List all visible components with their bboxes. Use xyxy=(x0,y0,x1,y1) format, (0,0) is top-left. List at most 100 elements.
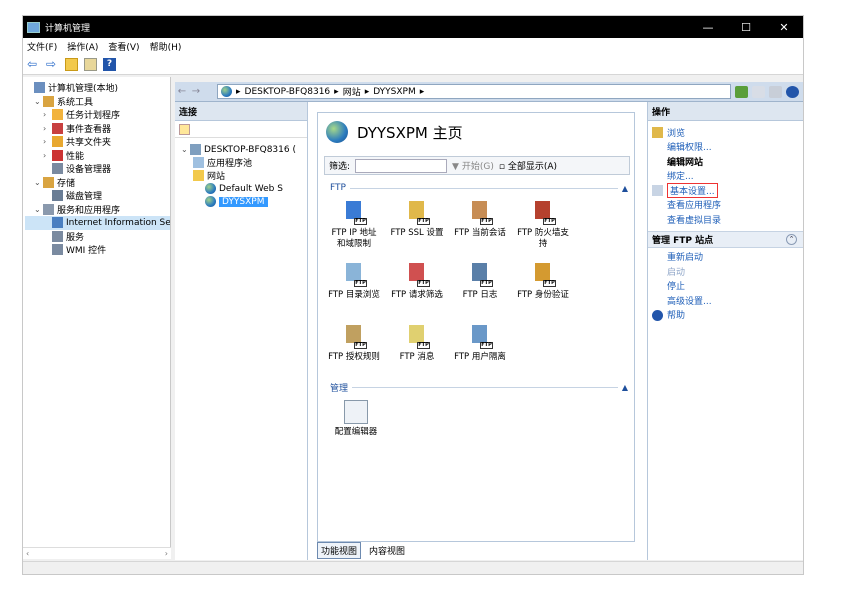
close-button[interactable]: ✕ xyxy=(765,21,803,34)
tab-content-view[interactable]: 内容视图 xyxy=(365,542,409,559)
help-icon[interactable] xyxy=(786,85,799,98)
tree-item-label: 事件查看器 xyxy=(66,124,112,135)
feature-item[interactable]: FTP FTP 授权规则 xyxy=(324,325,384,363)
firewall-icon: FTP xyxy=(531,201,556,225)
action-item[interactable]: 绑定... xyxy=(648,169,803,184)
forward-icon[interactable]: → xyxy=(189,86,203,97)
tree-item[interactable]: ⌄ 服务和应用程序 xyxy=(25,203,170,217)
group-manage[interactable]: 管理 ▲ xyxy=(330,381,628,394)
expand-icon[interactable]: ⌄ xyxy=(34,178,43,187)
conn-node-apppools[interactable]: 应用程序池 xyxy=(181,156,307,169)
back-arrow-icon[interactable]: ⇦ xyxy=(27,58,40,71)
back-icon[interactable]: ← xyxy=(175,86,189,97)
filter-label: 筛选: xyxy=(329,162,351,172)
feature-item[interactable]: FTP FTP 消息 xyxy=(387,325,447,363)
feature-item[interactable]: FTP FTP IP 地址 和域限制 xyxy=(324,201,384,250)
feature-item[interactable]: FTP FTP 目录浏览 xyxy=(324,263,384,301)
authentication-icon: FTP xyxy=(531,263,556,287)
breadcrumb-site[interactable]: DYYSXPM xyxy=(373,87,416,97)
minimize-button[interactable]: — xyxy=(689,21,727,34)
feature-item[interactable]: FTP FTP 当前会话 xyxy=(450,201,510,239)
new-connection-icon[interactable] xyxy=(179,123,190,135)
breadcrumb-server[interactable]: DESKTOP-BFQ8316 xyxy=(245,87,331,97)
maximize-button[interactable]: ☐ xyxy=(727,21,765,34)
print-icon[interactable] xyxy=(769,85,782,98)
tree-item[interactable]: 磁盘管理 xyxy=(25,189,170,203)
tree-node-icon xyxy=(52,136,63,148)
tree-item[interactable]: WMI 控件 xyxy=(25,243,170,257)
tree-item[interactable]: 服务 xyxy=(25,230,170,244)
feature-item[interactable]: FTP FTP 防火墙支 持 xyxy=(513,201,573,250)
action-label: 启动 xyxy=(667,267,686,278)
action-item[interactable]: 编辑权限... xyxy=(648,140,803,155)
feature-item[interactable]: FTP FTP SSL 设置 xyxy=(387,201,447,239)
expand-icon[interactable]: › xyxy=(43,110,52,119)
conn-node-server[interactable]: ⌄ DESKTOP-BFQ8316 ( xyxy=(181,143,307,156)
tree-item[interactable]: › 事件查看器 xyxy=(25,122,170,136)
conn-node-default-site[interactable]: Default Web S xyxy=(181,182,307,195)
view-tabs: 功能视图 内容视图 xyxy=(317,542,409,559)
expand-icon[interactable]: ⌄ xyxy=(34,205,43,214)
title-bar: 计算机管理 — ☐ ✕ xyxy=(23,16,803,38)
show-hide-tree-icon[interactable] xyxy=(84,58,97,71)
conn-node-sites[interactable]: 网站 xyxy=(181,169,307,182)
feature-config-editor[interactable]: 配置编辑器 xyxy=(326,400,386,438)
tree-item[interactable]: ⌄ 存储 xyxy=(25,176,170,190)
action-item[interactable]: 高级设置... xyxy=(648,293,803,308)
help-icon[interactable]: ? xyxy=(103,58,116,71)
action-item[interactable]: 基本设置... xyxy=(648,182,803,198)
breadcrumb-sites[interactable]: 网站 xyxy=(343,85,361,98)
tree-node-icon xyxy=(34,82,45,94)
expand-icon[interactable]: ⌄ xyxy=(34,97,43,106)
action-item[interactable]: 启动 xyxy=(648,264,803,279)
tab-features-view[interactable]: 功能视图 xyxy=(317,542,362,559)
action-item[interactable]: 浏览 xyxy=(648,125,803,140)
expand-icon[interactable]: › xyxy=(43,151,52,160)
filter-input[interactable] xyxy=(355,158,448,173)
help-icon xyxy=(652,309,663,321)
action-item[interactable]: 帮助 xyxy=(648,308,803,323)
connect-icon[interactable] xyxy=(735,85,748,98)
menu-file[interactable]: 文件(F) xyxy=(27,40,57,53)
menu-help[interactable]: 帮助(H) xyxy=(150,40,182,53)
tree-item[interactable]: Internet Information Se xyxy=(25,216,170,230)
filter-go-button[interactable]: ▼ 开始(G) xyxy=(452,159,494,172)
show-all-button[interactable]: ▫ 全部显示(A) xyxy=(499,159,557,172)
feature-item[interactable]: FTP FTP 用户隔离 xyxy=(450,325,510,363)
action-item[interactable]: 查看虚拟目录 xyxy=(648,212,803,227)
expand-icon[interactable]: › xyxy=(43,124,52,133)
manage-ftp-site-header[interactable]: 管理 FTP 站点 ⌃ xyxy=(648,230,803,248)
breadcrumb[interactable]: ▸ DESKTOP-BFQ8316 ▸ 网站 ▸ DYYSXPM ▸ xyxy=(217,84,731,99)
feature-item[interactable]: FTP FTP 日志 xyxy=(450,263,510,301)
menu-action[interactable]: 操作(A) xyxy=(67,40,98,53)
action-item[interactable]: 停止 xyxy=(648,279,803,294)
forward-arrow-icon[interactable]: ⇨ xyxy=(46,58,59,71)
tree-scrollbar[interactable]: ‹ › xyxy=(23,547,171,559)
menu-view[interactable]: 查看(V) xyxy=(108,40,139,53)
action-label: 查看虚拟目录 xyxy=(667,215,722,226)
action-item[interactable]: 查看应用程序 xyxy=(648,198,803,213)
action-item[interactable]: 重新启动 xyxy=(648,250,803,265)
expand-icon[interactable]: › xyxy=(43,137,52,146)
action-item: 编辑网站 xyxy=(648,154,803,169)
globe-icon xyxy=(205,183,216,194)
up-folder-icon[interactable] xyxy=(65,58,78,71)
iis-manager-pane: ← → ▸ DESKTOP-BFQ8316 ▸ 网站 ▸ DYYSXPM ▸ 连接 ⌄… xyxy=(175,82,803,560)
tree-item[interactable]: › 共享文件夹 xyxy=(25,135,170,149)
feature-item[interactable]: FTP FTP 身份验证 xyxy=(513,263,573,301)
group-ftp[interactable]: FTP ▲ xyxy=(330,183,628,193)
tree-item[interactable]: 计算机管理(本地) xyxy=(25,81,170,95)
tree-item[interactable]: › 性能 xyxy=(25,149,170,163)
tree-item[interactable]: ⌄ 系统工具 xyxy=(25,95,170,109)
tree-item-label: 服务和应用程序 xyxy=(57,205,121,216)
collapse-icon[interactable]: ⌃ xyxy=(786,233,797,245)
request-filtering-icon: FTP xyxy=(405,263,430,287)
tree-item[interactable]: › 任务计划程序 xyxy=(25,108,170,122)
computer-management-window: 计算机管理 — ☐ ✕ 文件(F) 操作(A) 查看(V) 帮助(H) ⇦ ⇨ … xyxy=(22,15,804,575)
mail-icon[interactable] xyxy=(752,85,765,98)
connections-pane: 连接 ⌄ DESKTOP-BFQ8316 ( 应用程序池 网站 Default W… xyxy=(175,102,308,560)
conn-node-dyysxpm[interactable]: DYYSXPM xyxy=(181,195,307,208)
feature-item[interactable]: FTP FTP 请求筛选 xyxy=(387,263,447,301)
directory-browsing-icon: FTP xyxy=(342,263,367,287)
tree-item[interactable]: 设备管理器 xyxy=(25,162,170,176)
